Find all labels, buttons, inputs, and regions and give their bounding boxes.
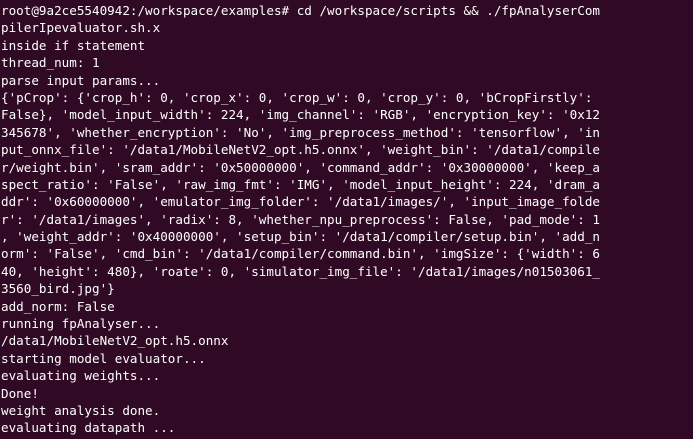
terminal-line: put_onnx_file': '/data1/MobileNetV2_opt.…	[1, 142, 600, 158]
terminal-line: , 'weight_addr': '0x40000000', 'setup_bi…	[1, 229, 600, 245]
terminal-line: Done!	[1, 385, 39, 401]
terminal-line: thread_num: 1	[1, 55, 100, 71]
terminal-line: starting model evaluator...	[1, 350, 206, 366]
terminal-line: 3560_bird.jpg'}	[1, 281, 115, 297]
terminal-line: running fpAnalyser...	[1, 316, 161, 332]
terminal-line: 345678', 'whether_encryption': 'No', 'im…	[1, 124, 600, 140]
terminal-line: spect_ratio': 'False', 'raw_img_fmt': 'I…	[1, 176, 600, 192]
terminal-line: r': '/data1/images', 'radix': 8, 'whethe…	[1, 211, 600, 227]
terminal-line: weight analysis done.	[1, 402, 161, 418]
terminal-line: /data1/MobileNetV2_opt.h5.onnx	[1, 333, 229, 349]
terminal-line: evaluating weights...	[1, 368, 161, 384]
terminal-line: r/weight.bin', 'sram_addr': '0x50000000'…	[1, 159, 600, 175]
terminal-line: {'pCrop': {'crop_h': 0, 'crop_x': 0, 'cr…	[1, 89, 593, 105]
terminal-line: False}, 'model_input_width': 224, 'img_c…	[1, 107, 600, 123]
terminal-line: evaluating datapath ...	[1, 420, 176, 436]
terminal-window[interactable]: root@9a2ce5540942:/workspace/examples# c…	[0, 0, 693, 439]
terminal-line: ddr': '0x60000000', 'emulator_img_folder…	[1, 194, 600, 210]
terminal-line: 40, 'height': 480}, 'roate': 0, 'simulat…	[1, 263, 600, 279]
terminal-line: parse input params...	[1, 72, 161, 88]
terminal-line: orm': 'False', 'cmd_bin': '/data1/compil…	[1, 246, 600, 262]
terminal-line: root@9a2ce5540942:/workspace/examples# c…	[1, 3, 600, 18]
terminal-line: add_norm: False	[1, 298, 115, 314]
terminal-line: inside if statement	[1, 37, 146, 53]
terminal-line: pilerIpevaluator.sh.x	[1, 20, 161, 36]
